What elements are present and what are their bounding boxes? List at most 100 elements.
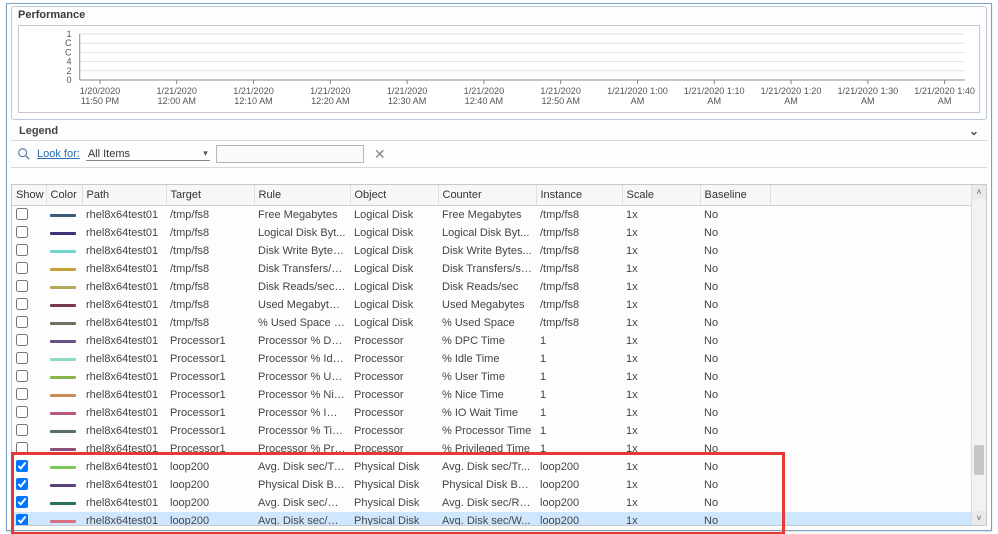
cell-path: rhel8x64test01 — [82, 494, 166, 512]
show-checkbox[interactable] — [16, 370, 28, 382]
cell-instance: loop200 — [536, 476, 622, 494]
table-row[interactable]: rhel8x64test01Processor1Processor % IO T… — [12, 404, 972, 422]
table-row[interactable]: rhel8x64test01Processor1Processor % Idle… — [12, 350, 972, 368]
col-rule[interactable]: Rule — [254, 185, 350, 206]
series-color-swatch — [50, 322, 76, 325]
legend-grid: Show Color Path Target Rule Object Count… — [12, 185, 972, 525]
cell-target: Processor1 — [166, 386, 254, 404]
col-color[interactable]: Color — [46, 185, 82, 206]
show-checkbox[interactable] — [16, 424, 28, 436]
show-checkbox[interactable] — [16, 226, 28, 238]
vertical-scrollbar[interactable]: ˄ ˅ — [971, 185, 986, 525]
cell-rule: Disk Transfers/s... — [254, 260, 350, 278]
show-checkbox[interactable] — [16, 298, 28, 310]
filter-input[interactable] — [216, 145, 364, 163]
table-row[interactable]: rhel8x64test01/tmp/fs8Logical Disk Byt..… — [12, 224, 972, 242]
scroll-thumb[interactable] — [974, 445, 984, 475]
performance-chart[interactable]: 1CC420 1/20/202011:50 PM1/21/202012:00 A… — [18, 25, 980, 113]
show-checkbox[interactable] — [16, 208, 28, 220]
cell-counter: Disk Write Bytes... — [438, 242, 536, 260]
svg-text:1/21/2020 1:40: 1/21/2020 1:40 — [914, 86, 975, 96]
show-checkbox[interactable] — [16, 262, 28, 274]
show-checkbox[interactable] — [16, 460, 28, 472]
show-checkbox[interactable] — [16, 334, 28, 346]
table-row[interactable]: rhel8x64test01loop200Avg. Disk sec/W...P… — [12, 512, 972, 525]
show-checkbox[interactable] — [16, 496, 28, 508]
show-checkbox[interactable] — [16, 352, 28, 364]
col-instance[interactable]: Instance — [536, 185, 622, 206]
chevron-down-icon[interactable]: ⌄ — [969, 124, 979, 138]
scroll-up-button[interactable]: ˄ — [972, 185, 986, 199]
cell-baseline: No — [700, 440, 770, 458]
series-color-swatch — [50, 250, 76, 253]
cell-baseline: No — [700, 422, 770, 440]
clear-filter-button[interactable]: ✕ — [370, 146, 390, 163]
col-baseline[interactable]: Baseline — [700, 185, 770, 206]
lookfor-link[interactable]: Look for: — [37, 148, 80, 160]
table-row[interactable]: rhel8x64test01/tmp/fs8Used Megabytes (..… — [12, 296, 972, 314]
cell-path: rhel8x64test01 — [82, 206, 166, 225]
col-counter[interactable]: Counter — [438, 185, 536, 206]
chart-svg: 1CC420 1/20/202011:50 PM1/21/202012:00 A… — [23, 30, 975, 108]
show-checkbox[interactable] — [16, 406, 28, 418]
table-row[interactable]: rhel8x64test01Processor1Processor % Use.… — [12, 368, 972, 386]
table-row[interactable]: rhel8x64test01loop200Physical Disk Byt..… — [12, 476, 972, 494]
cell-object: Physical Disk — [350, 458, 438, 476]
series-color-swatch — [50, 358, 76, 361]
scope-dropdown[interactable]: All Items ▾ — [86, 148, 210, 161]
cell-instance: loop200 — [536, 512, 622, 525]
cell-scale: 1x — [622, 440, 700, 458]
cell-baseline: No — [700, 296, 770, 314]
cell-extra — [770, 458, 972, 476]
scroll-down-button[interactable]: ˅ — [972, 511, 986, 525]
col-object[interactable]: Object — [350, 185, 438, 206]
table-row[interactable]: rhel8x64test01loop200Avg. Disk sec/Tr...… — [12, 458, 972, 476]
show-checkbox[interactable] — [16, 478, 28, 490]
col-target[interactable]: Target — [166, 185, 254, 206]
cell-rule: Free Megabytes — [254, 206, 350, 225]
svg-text:1/21/2020 1:10: 1/21/2020 1:10 — [684, 86, 745, 96]
series-color-swatch — [50, 502, 76, 505]
show-checkbox[interactable] — [16, 244, 28, 256]
svg-text:1/21/2020 1:30: 1/21/2020 1:30 — [837, 86, 898, 96]
col-scale[interactable]: Scale — [622, 185, 700, 206]
table-row[interactable]: rhel8x64test01Processor1Processor % Nic.… — [12, 386, 972, 404]
show-checkbox[interactable] — [16, 316, 28, 328]
cell-instance: /tmp/fs8 — [536, 296, 622, 314]
cell-baseline: No — [700, 332, 770, 350]
cell-target: /tmp/fs8 — [166, 206, 254, 225]
cell-object: Processor — [350, 368, 438, 386]
cell-scale: 1x — [622, 224, 700, 242]
legend-grid-scroll[interactable]: Show Color Path Target Rule Object Count… — [12, 185, 972, 525]
show-checkbox[interactable] — [16, 442, 28, 454]
window-frame: Performance 1CC420 1/20/202011:50 PM1/21… — [6, 3, 992, 531]
cell-counter: % Nice Time — [438, 386, 536, 404]
table-row[interactable]: rhel8x64test01/tmp/fs8Disk Write Bytes..… — [12, 242, 972, 260]
table-row[interactable]: rhel8x64test01Processor1Processor % Priv… — [12, 440, 972, 458]
show-checkbox[interactable] — [16, 280, 28, 292]
table-row[interactable]: rhel8x64test01Processor1Processor % DP..… — [12, 332, 972, 350]
cell-path: rhel8x64test01 — [82, 332, 166, 350]
cell-counter: Avg. Disk sec/Tr... — [438, 458, 536, 476]
show-checkbox[interactable] — [16, 388, 28, 400]
svg-text:AM: AM — [784, 96, 798, 106]
show-checkbox[interactable] — [16, 514, 28, 526]
series-color-swatch — [50, 286, 76, 289]
table-row[interactable]: rhel8x64test01/tmp/fs8Free MegabytesLogi… — [12, 206, 972, 225]
svg-text:AM: AM — [861, 96, 875, 106]
cell-instance: loop200 — [536, 494, 622, 512]
table-row[interactable]: rhel8x64test01/tmp/fs8Disk Reads/sec (..… — [12, 278, 972, 296]
table-row[interactable]: rhel8x64test01Processor1Processor % Tim.… — [12, 422, 972, 440]
table-row[interactable]: rhel8x64test01loop200Avg. Disk sec/Re...… — [12, 494, 972, 512]
cell-counter: Free Megabytes — [438, 206, 536, 225]
chevron-down-icon: ▾ — [203, 148, 208, 159]
col-show[interactable]: Show — [12, 185, 46, 206]
table-row[interactable]: rhel8x64test01/tmp/fs8Disk Transfers/s..… — [12, 260, 972, 278]
table-row[interactable]: rhel8x64test01/tmp/fs8% Used Space (...L… — [12, 314, 972, 332]
cell-extra — [770, 386, 972, 404]
cell-instance: loop200 — [536, 458, 622, 476]
cell-object: Logical Disk — [350, 224, 438, 242]
cell-scale: 1x — [622, 332, 700, 350]
cell-scale: 1x — [622, 458, 700, 476]
col-path[interactable]: Path — [82, 185, 166, 206]
